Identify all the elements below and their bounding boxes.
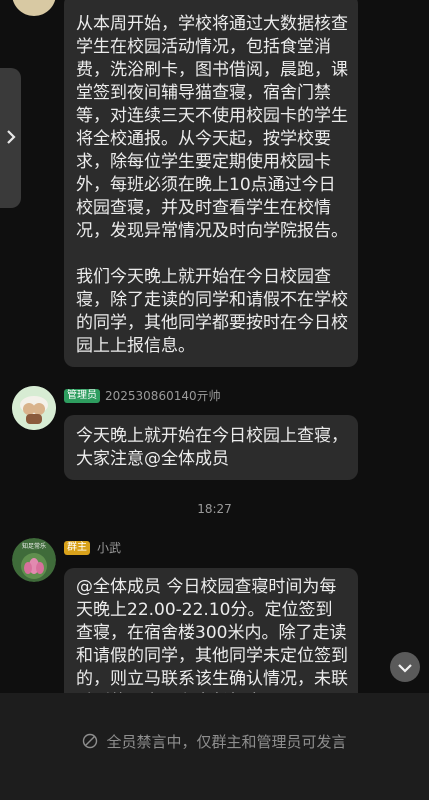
chevron-down-icon (398, 658, 412, 677)
side-panel-handle[interactable] (0, 68, 21, 208)
message-bubble[interactable]: 今天晚上就开始在今日校园上查寝，大家注意@全体成员 (64, 415, 358, 480)
sender-name[interactable]: 202530860140亓帅 (105, 388, 221, 404)
mute-notice: 全员禁言中，仅群主和管理员可发言 (0, 731, 429, 751)
mute-icon (82, 733, 98, 749)
message-bubble[interactable]: 从本周开始，学校将通过大数据核查学生在校园活动情况，包括食堂消费，洗浴刷卡，图书… (64, 0, 358, 367)
input-bar-muted: 全员禁言中，仅群主和管理员可发言 (0, 693, 429, 800)
mute-notice-text: 全员禁言中，仅群主和管理员可发言 (106, 732, 347, 751)
avatar-caption: 知足常乐 (22, 542, 46, 550)
owner-badge: 群主 (64, 541, 90, 555)
admin-badge: 管理员 (64, 389, 100, 403)
message-timestamp: 18:27 (197, 502, 232, 516)
avatar[interactable] (12, 386, 56, 430)
scroll-to-bottom-button[interactable] (390, 652, 420, 682)
avatar[interactable]: 知足常乐 (12, 538, 56, 582)
chevron-right-icon (6, 129, 16, 148)
sender-name[interactable]: 小武 (97, 540, 121, 556)
avatar[interactable] (12, 0, 56, 16)
